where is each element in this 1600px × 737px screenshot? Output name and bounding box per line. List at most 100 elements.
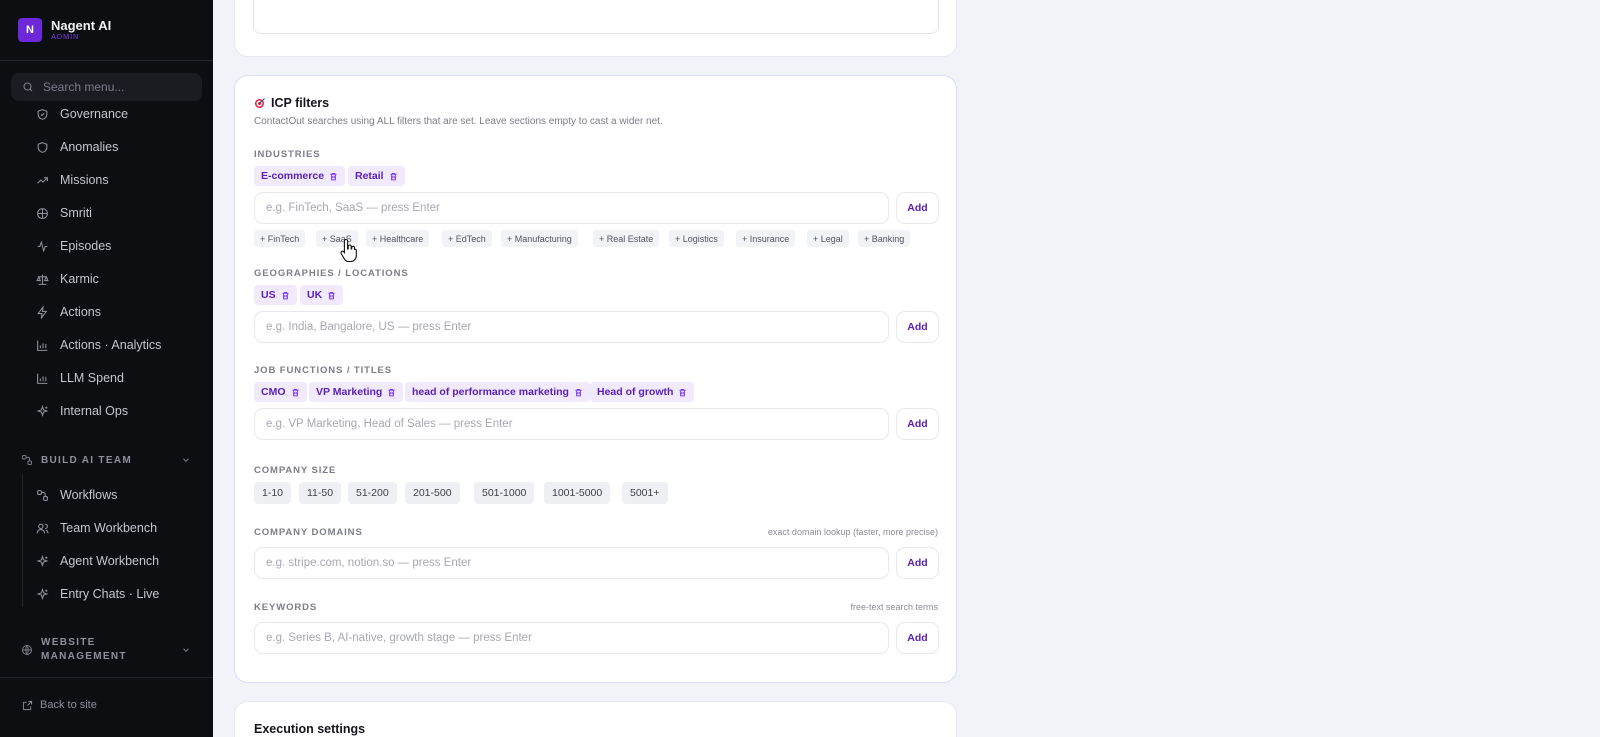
job-functions-input-wrapper[interactable]	[254, 408, 889, 440]
company-size-option[interactable]: 1-10	[254, 482, 292, 504]
add-geography-button[interactable]: Add	[896, 311, 939, 343]
lightning-icon	[37, 305, 48, 319]
shield-icon	[37, 141, 48, 153]
trash-icon[interactable]	[389, 172, 398, 181]
search-input[interactable]	[43, 80, 193, 94]
company-domains-input-wrapper[interactable]	[254, 547, 889, 579]
chip-label: Head of growth	[597, 386, 674, 398]
activity-icon	[37, 239, 48, 253]
icp-filters-card: ICP filters ContactOut searches using AL…	[234, 75, 957, 683]
shield-icon	[37, 108, 48, 120]
suggestion-chip[interactable]: + Healthcare	[366, 230, 430, 247]
section-website-management[interactable]: WEBSITE MANAGEMENT	[21, 636, 191, 664]
add-domain-button[interactable]: Add	[896, 547, 939, 579]
industries-input-wrapper[interactable]	[254, 192, 889, 224]
bar-chart-icon	[37, 340, 48, 351]
company-size-option[interactable]: 201-500	[405, 482, 460, 504]
add-industry-button[interactable]: Add	[896, 192, 939, 224]
sidebar-item-label: Karmic	[60, 272, 99, 286]
section-label: MANAGEMENT	[41, 651, 127, 662]
hand-cursor-icon	[340, 238, 357, 262]
chevron-down-icon	[183, 458, 189, 462]
sidebar-item-actions-analytics[interactable]: Actions · Analytics	[36, 335, 161, 355]
sidebar-item-smriti[interactable]: Smriti	[36, 203, 92, 223]
company-size-option[interactable]: 51-200	[348, 482, 397, 504]
brand[interactable]: N Nagent AI ADMIN	[18, 18, 111, 42]
suggestion-chip[interactable]: + Insurance	[736, 230, 796, 247]
sidebar-item-governance[interactable]: Governance	[36, 104, 128, 124]
sidebar-item-episodes[interactable]: Episodes	[36, 236, 111, 256]
sidebar-item-label: Team Workbench	[60, 521, 158, 535]
workflow-icon	[37, 489, 48, 501]
trash-icon[interactable]	[574, 388, 583, 397]
sidebar-item-entry-chats-live[interactable]: Entry Chats · Live	[36, 584, 159, 604]
sidebar-item-workflows[interactable]: Workflows	[36, 485, 117, 505]
keywords-input-wrapper[interactable]	[254, 622, 889, 654]
sidebar-item-anomalies[interactable]: Anomalies	[36, 137, 118, 157]
keywords-hint: free-text search terms	[850, 602, 938, 612]
execution-settings-card: Execution settings	[234, 701, 957, 737]
users-icon	[36, 523, 49, 533]
brand-logo: N	[18, 18, 42, 42]
sparkles-icon	[36, 587, 49, 600]
suggestion-chip[interactable]: + Logistics	[669, 230, 724, 247]
industry-chip[interactable]: E-commerce	[254, 166, 346, 186]
trash-icon[interactable]	[281, 291, 290, 300]
company-size-option[interactable]: 1001-5000	[544, 482, 611, 504]
geographies-input-wrapper[interactable]	[254, 311, 889, 343]
back-to-site-link[interactable]: Back to site	[22, 699, 97, 711]
sidebar-item-label: Workflows	[60, 488, 118, 502]
job-function-chip[interactable]: CMO	[254, 382, 307, 402]
sidebar-item-karmic[interactable]: Karmic	[36, 269, 99, 289]
geography-chip[interactable]: UK	[300, 285, 344, 305]
trash-icon[interactable]	[329, 172, 338, 181]
sidebar-item-label: Smriti	[60, 206, 92, 220]
sidebar: N Nagent AI ADMIN Governance Anomalies M…	[0, 0, 213, 737]
external-link-icon	[22, 700, 33, 710]
trash-icon[interactable]	[327, 291, 336, 300]
trash-icon[interactable]	[387, 388, 396, 397]
sidebar-item-label: Episodes	[60, 239, 112, 253]
geography-chip[interactable]: US	[254, 285, 297, 305]
search-icon	[23, 82, 33, 92]
geographies-input[interactable]	[266, 321, 866, 333]
sidebar-item-missions[interactable]: Missions	[36, 170, 109, 190]
section-title: ICP filters	[254, 96, 329, 110]
suggestion-chip[interactable]: + Real Estate	[593, 230, 660, 247]
trash-icon[interactable]	[678, 388, 687, 397]
suggestion-chip[interactable]: + Manufacturing	[501, 230, 578, 247]
company-size-option[interactable]: 5001+	[622, 482, 668, 504]
target-icon	[255, 98, 265, 108]
notes-textarea[interactable]	[253, 0, 939, 34]
company-domains-hint: exact domain lookup (faster, more precis…	[767, 527, 938, 537]
company-domains-input[interactable]	[266, 557, 866, 569]
add-keyword-button[interactable]: Add	[896, 622, 939, 654]
industries-input[interactable]	[266, 202, 866, 214]
trash-icon[interactable]	[291, 388, 300, 397]
sidebar-item-llm-spend[interactable]: LLM Spend	[36, 368, 124, 388]
job-functions-input[interactable]	[266, 418, 866, 430]
sidebar-item-internal-ops[interactable]: Internal Ops	[36, 401, 128, 421]
icp-subtitle: ContactOut searches using ALL filters th…	[254, 116, 663, 127]
suggestion-chip[interactable]: + Legal	[807, 230, 849, 247]
sidebar-search[interactable]	[11, 73, 202, 101]
suggestion-chip[interactable]: + Banking	[858, 230, 911, 247]
sidebar-item-label: Governance	[60, 107, 129, 121]
sidebar-item-label: Actions	[60, 305, 101, 319]
job-function-chip[interactable]: VP Marketing	[309, 382, 404, 402]
add-job-function-button[interactable]: Add	[896, 408, 939, 440]
sidebar-item-agent-workbench[interactable]: Agent Workbench	[36, 551, 159, 571]
company-size-option[interactable]: 501-1000	[474, 482, 535, 504]
keywords-input[interactable]	[266, 632, 866, 644]
sidebar-item-team-workbench[interactable]: Team Workbench	[36, 518, 157, 538]
sidebar-item-actions[interactable]: Actions	[36, 302, 101, 322]
job-function-chip[interactable]: head of performance marketing	[405, 382, 590, 402]
section-build-ai-team[interactable]: BUILD AI TEAM	[21, 454, 191, 466]
chevron-down-icon	[183, 648, 189, 652]
company-size-option[interactable]: 11-50	[299, 482, 342, 504]
suggestion-chip[interactable]: + FinTech	[254, 230, 306, 247]
suggestion-chip[interactable]: + EdTech	[442, 230, 492, 247]
industry-chip[interactable]: Retail	[348, 166, 405, 186]
chip-label: Retail	[355, 170, 384, 182]
job-function-chip[interactable]: Head of growth	[590, 382, 695, 402]
